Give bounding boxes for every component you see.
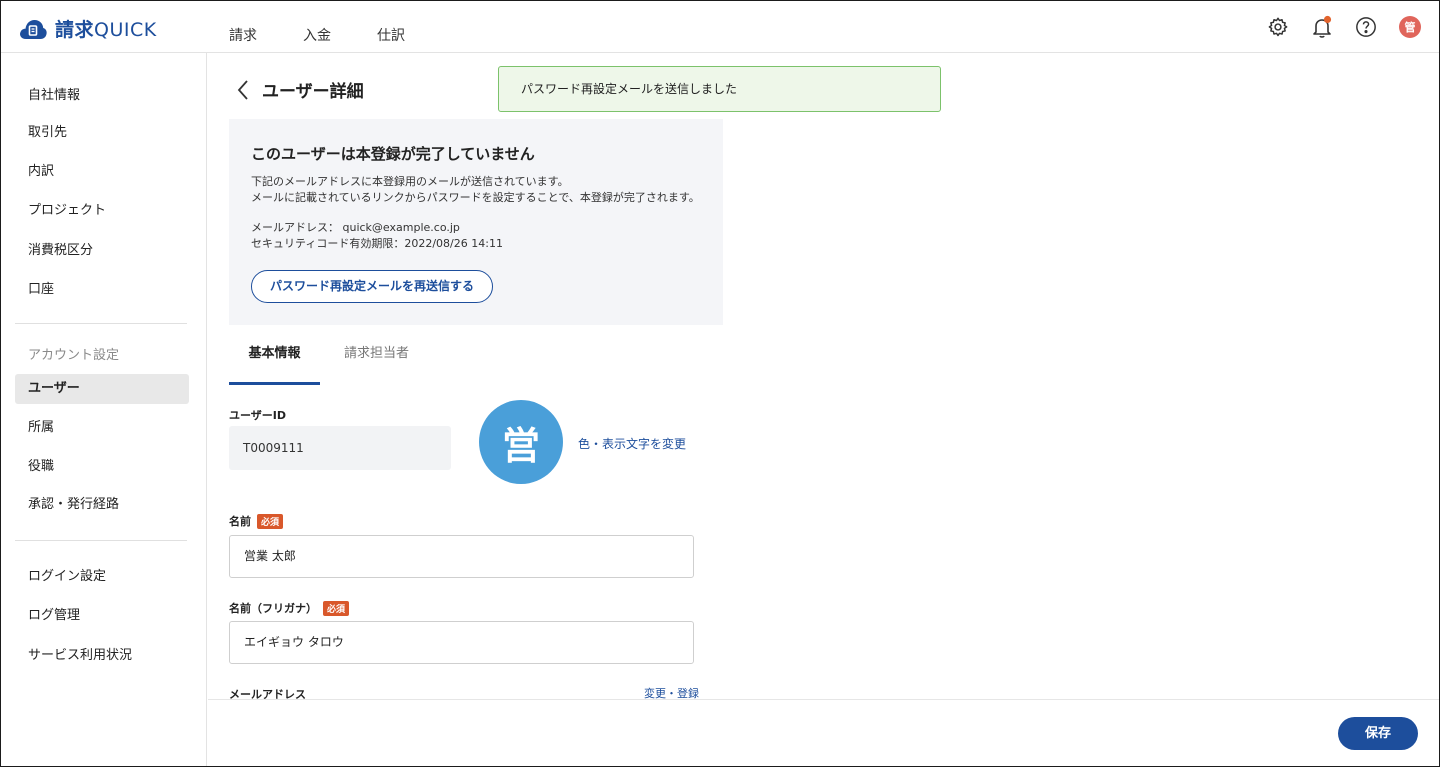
- user-id-field: T0009111: [229, 426, 451, 470]
- sidebar: 自社情報 取引先 内訳 プロジェクト 消費税区分 口座 アカウント設定 ユーザー…: [1, 53, 207, 766]
- sidebar-item-service-usage[interactable]: サービス利用状況: [15, 641, 189, 671]
- header-actions: 管: [1267, 15, 1421, 39]
- notice-email: メールアドレス： quick@example.co.jp: [251, 221, 460, 234]
- required-badge: 必須: [323, 600, 350, 616]
- app-name: 請求QUICK: [55, 19, 157, 41]
- notice-title: このユーザーは本登録が完了していません: [251, 145, 535, 163]
- sidebar-item-users[interactable]: ユーザー: [15, 374, 189, 404]
- change-avatar-link[interactable]: 色・表示文字を変更: [578, 435, 686, 452]
- nav-payment[interactable]: 入金: [303, 25, 331, 45]
- chevron-left-icon[interactable]: [236, 79, 250, 101]
- sidebar-item-projects[interactable]: プロジェクト: [15, 196, 189, 226]
- nav-journal[interactable]: 仕訳: [377, 25, 405, 45]
- cloud-logo-icon: [20, 19, 47, 39]
- name-kana-input[interactable]: エイギョウ タロウ: [229, 621, 694, 664]
- app-logo[interactable]: 請求QUICK: [19, 15, 157, 42]
- name-kana-label: 名前（フリガナ） 必須: [229, 600, 350, 616]
- save-button[interactable]: 保存: [1338, 717, 1418, 750]
- detail-tabs: 基本情報 請求担当者: [229, 343, 723, 385]
- required-badge: 必須: [257, 513, 284, 529]
- sidebar-section-account: アカウント設定: [28, 348, 120, 363]
- sidebar-item-tax[interactable]: 消費税区分: [15, 236, 189, 266]
- user-avatar[interactable]: 管: [1399, 16, 1421, 38]
- tab-basic-info[interactable]: 基本情報: [229, 343, 320, 385]
- page-title: ユーザー詳細: [262, 82, 364, 102]
- registration-notice: このユーザーは本登録が完了していません 下記のメールアドレスに本登録用のメールが…: [229, 119, 723, 325]
- notification-dot: [1323, 15, 1332, 24]
- sidebar-item-approval-routes[interactable]: 承認・発行経路: [15, 490, 189, 520]
- sidebar-item-positions[interactable]: 役職: [15, 452, 189, 482]
- page-header: ユーザー詳細: [236, 77, 364, 102]
- main-content: ユーザー詳細 パスワード再設定メールを送信しました このユーザーは本登録が完了し…: [208, 53, 1439, 766]
- help-icon[interactable]: [1355, 16, 1377, 38]
- sidebar-item-departments[interactable]: 所属: [15, 413, 189, 443]
- name-label: 名前 必須: [229, 513, 284, 529]
- top-nav: 請求 入金 仕訳: [229, 25, 451, 45]
- sidebar-item-accounts[interactable]: 口座: [15, 275, 189, 305]
- notice-line: 下記のメールアドレスに本登録用のメールが送信されています。: [251, 175, 569, 188]
- resend-password-email-button[interactable]: パスワード再設定メールを再送信する: [251, 270, 493, 303]
- footer-bar: 保存: [208, 699, 1439, 766]
- nav-billing[interactable]: 請求: [229, 25, 257, 45]
- sidebar-divider: [15, 540, 187, 541]
- bell-icon[interactable]: [1311, 15, 1333, 39]
- name-input[interactable]: 営業 太郎: [229, 535, 694, 578]
- sidebar-item-log-management[interactable]: ログ管理: [15, 601, 189, 631]
- sidebar-divider: [15, 323, 187, 324]
- app-window: 請求QUICK 請求 入金 仕訳 管 自社情報 取引先 内訳 プロジェクト 消費…: [0, 0, 1440, 767]
- sidebar-item-breakdown[interactable]: 内訳: [15, 157, 189, 187]
- sidebar-item-login-settings[interactable]: ログイン設定: [15, 562, 189, 592]
- sidebar-item-company[interactable]: 自社情報: [15, 81, 189, 111]
- success-toast: パスワード再設定メールを送信しました: [498, 66, 941, 112]
- notice-line: メールに記載されているリンクからパスワードを設定することで、本登録が完了されます…: [251, 191, 700, 204]
- notice-expiry: セキュリティコード有効期限：2022/08/26 14:11: [251, 237, 503, 250]
- sidebar-item-clients[interactable]: 取引先: [15, 118, 189, 148]
- user-avatar-large: 営: [479, 400, 563, 484]
- top-header: 請求QUICK 請求 入金 仕訳 管: [1, 1, 1439, 53]
- user-id-label: ユーザーID: [229, 409, 287, 422]
- tab-billing-contact[interactable]: 請求担当者: [344, 343, 409, 385]
- gear-icon[interactable]: [1267, 16, 1289, 38]
